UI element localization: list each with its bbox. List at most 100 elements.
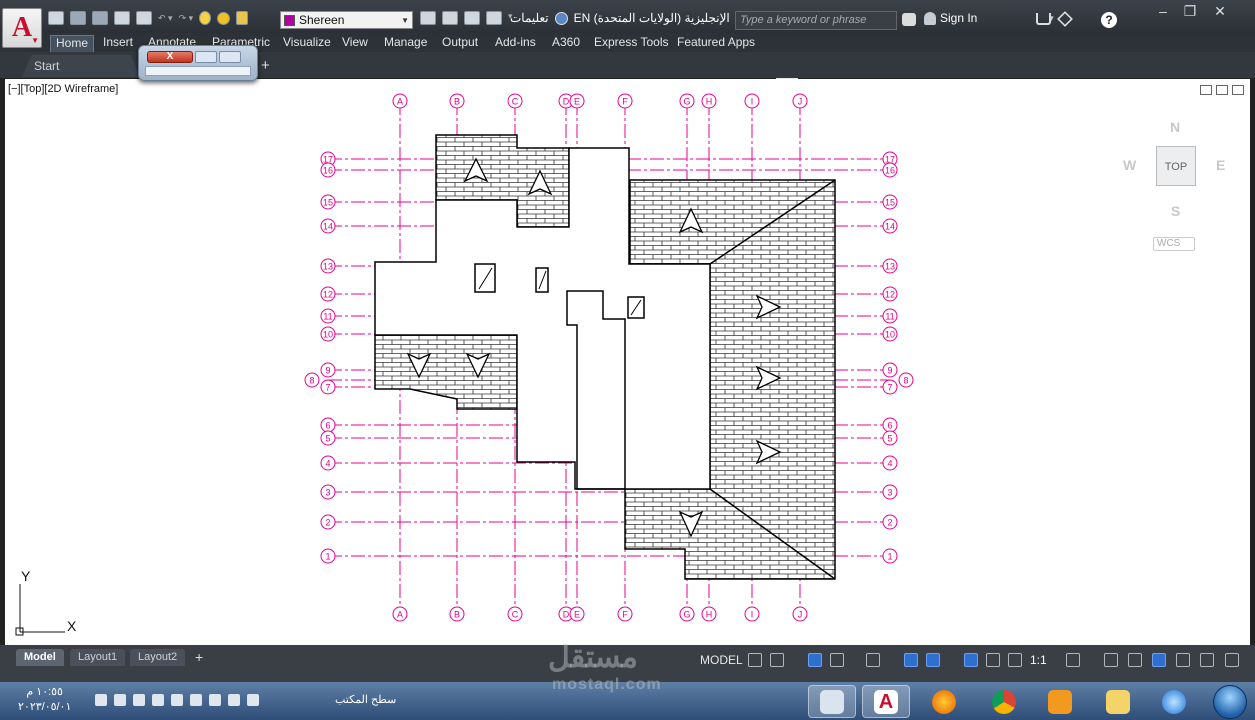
model-space-toggle[interactable]: MODEL: [700, 653, 743, 667]
compass-east[interactable]: E: [1216, 157, 1225, 173]
grid-bubble-10: 10: [320, 326, 336, 342]
printer-icon[interactable]: [171, 694, 183, 706]
layout-tab-layout2[interactable]: Layout2: [130, 649, 186, 666]
binoculars-icon[interactable]: [902, 13, 916, 26]
tab-visualize[interactable]: Visualize: [278, 35, 336, 52]
keyboard-icon[interactable]: [247, 694, 259, 706]
tab-insert[interactable]: Insert: [98, 35, 138, 52]
help-tab-label[interactable]: تعليمات: [510, 11, 549, 25]
minimize-button[interactable]: [219, 51, 241, 63]
close-icon[interactable]: ✕: [1210, 4, 1230, 21]
layer-lock-icon[interactable]: [236, 11, 249, 25]
plus-icon[interactable]: [1104, 653, 1118, 667]
viewport-label[interactable]: [−][Top][2D Wireframe]: [8, 83, 118, 95]
minimize-icon[interactable]: –: [1153, 4, 1173, 21]
polar-tracking-icon[interactable]: [830, 653, 844, 667]
taskbar-app-media[interactable]: [1036, 685, 1084, 718]
tab-express-tools[interactable]: Express Tools: [589, 35, 673, 52]
signal-icon[interactable]: [114, 694, 126, 706]
tab-featured-apps[interactable]: Featured Apps: [672, 35, 760, 52]
ortho-icon[interactable]: [808, 653, 822, 667]
redo-icon[interactable]: ↷ ▾: [179, 13, 194, 24]
viewport-close-icon[interactable]: [1232, 85, 1244, 95]
grid-bubble-i: I: [744, 93, 760, 109]
start-button[interactable]: [1213, 685, 1247, 719]
layer-thaw-icon[interactable]: [217, 11, 231, 25]
print-icon[interactable]: [136, 11, 152, 25]
tab-add-ins[interactable]: Add-ins: [490, 35, 541, 52]
tab-output[interactable]: Output: [437, 35, 483, 52]
layout-tab-model[interactable]: Model: [16, 649, 64, 666]
layer-states-icon[interactable]: [442, 11, 458, 25]
language-label[interactable]: EN الإنجليزية (الولايات المتحدة): [574, 11, 730, 25]
display-icon[interactable]: [152, 694, 164, 706]
undo-icon[interactable]: ↶ ▾: [158, 13, 173, 24]
viewport-minimize-icon[interactable]: [1200, 85, 1212, 95]
wcs-dropdown[interactable]: WCS: [1153, 237, 1195, 251]
taskbar-app-autocad[interactable]: A: [862, 685, 910, 718]
search-input[interactable]: Type a keyword or phrase: [735, 11, 897, 30]
viewcube[interactable]: N W E S TOP WCS: [1123, 119, 1233, 259]
fullscreen-icon[interactable]: [1200, 653, 1214, 667]
viewcube-top-face[interactable]: TOP: [1156, 146, 1196, 186]
system-clock[interactable]: ١٠:٥٥ م ٢٠٢٣/٠٥/٠١: [18, 685, 71, 715]
table-icon[interactable]: [486, 11, 502, 25]
clean-screen-icon[interactable]: [1176, 653, 1190, 667]
flag-icon[interactable]: [95, 694, 107, 706]
layout-tab-layout1[interactable]: Layout1: [70, 649, 126, 666]
tab-a360[interactable]: A360: [547, 35, 585, 52]
desktop-toolbar-label[interactable]: سطح المكتب: [335, 693, 396, 706]
grid-bubble-12: 12: [320, 286, 336, 302]
object-snap-icon[interactable]: [926, 653, 940, 667]
compass-north[interactable]: N: [1170, 119, 1180, 135]
hardware-acceleration-icon[interactable]: [1152, 653, 1166, 667]
save-icon[interactable]: [92, 11, 108, 25]
new-file-icon[interactable]: [48, 11, 64, 25]
viewport-restore-icon[interactable]: [1216, 85, 1228, 95]
object-snap-tracking-icon[interactable]: [904, 653, 918, 667]
cart-icon[interactable]: [1036, 13, 1051, 25]
file-tab-start[interactable]: Start: [22, 55, 140, 77]
save-as-icon[interactable]: [114, 11, 130, 25]
close-button[interactable]: X: [147, 51, 193, 63]
open-folder-icon[interactable]: [70, 11, 86, 25]
snap-mode-icon[interactable]: [770, 653, 784, 667]
network-icon[interactable]: [133, 694, 145, 706]
isolate-objects-icon[interactable]: [1128, 653, 1142, 667]
floor-plan-drawing[interactable]: AABBCCDDEEFFGGHHIIJJ17 1716 1615 1514 1413 13…: [5, 79, 1250, 645]
tab-view[interactable]: View: [337, 35, 373, 52]
workspace-gear-icon[interactable]: [1066, 653, 1080, 667]
compass-south[interactable]: S: [1171, 203, 1180, 219]
compass-west[interactable]: W: [1123, 157, 1136, 173]
grid-toggle-icon[interactable]: [748, 653, 762, 667]
application-menu-button[interactable]: A ▼: [2, 8, 42, 48]
auto-scale-icon[interactable]: [986, 653, 1000, 667]
customization-menu-icon[interactable]: [1225, 653, 1239, 667]
usb-icon[interactable]: [209, 694, 221, 706]
bluetooth-icon[interactable]: [190, 694, 202, 706]
exchange-apps-icon[interactable]: [1057, 11, 1073, 27]
volume-icon[interactable]: [228, 694, 240, 706]
new-tab-button[interactable]: +: [261, 57, 270, 74]
annotation-scale[interactable]: 1:1: [1030, 653, 1047, 667]
taskbar-app-folder[interactable]: [1094, 685, 1142, 718]
layer-walk-icon[interactable]: [464, 11, 480, 25]
taskbar-app-explorer[interactable]: [808, 685, 856, 718]
isodraft-icon[interactable]: [866, 653, 880, 667]
add-layout-button[interactable]: +: [195, 649, 203, 665]
annotation-visibility-icon[interactable]: [964, 653, 978, 667]
taskbar-app-firefox[interactable]: [920, 685, 968, 718]
restore-icon[interactable]: ❐: [1180, 4, 1200, 21]
layer-dropdown[interactable]: Shereen ▼: [280, 11, 413, 29]
annotation-scale-icon[interactable]: [1008, 653, 1022, 667]
match-properties-icon[interactable]: [420, 11, 436, 25]
help-icon[interactable]: ?: [1101, 12, 1117, 28]
taskbar-app-ie[interactable]: [1150, 685, 1198, 718]
taskbar-app-chrome[interactable]: [980, 685, 1028, 718]
drawing-canvas[interactable]: [−][Top][2D Wireframe] A A B B C C D D E…: [5, 79, 1250, 645]
maximize-button[interactable]: [195, 51, 217, 63]
floating-window[interactable]: X: [138, 45, 258, 81]
tab-home[interactable]: Home: [50, 35, 95, 52]
layer-on-icon[interactable]: [199, 11, 212, 25]
tab-manage[interactable]: Manage: [379, 35, 432, 52]
